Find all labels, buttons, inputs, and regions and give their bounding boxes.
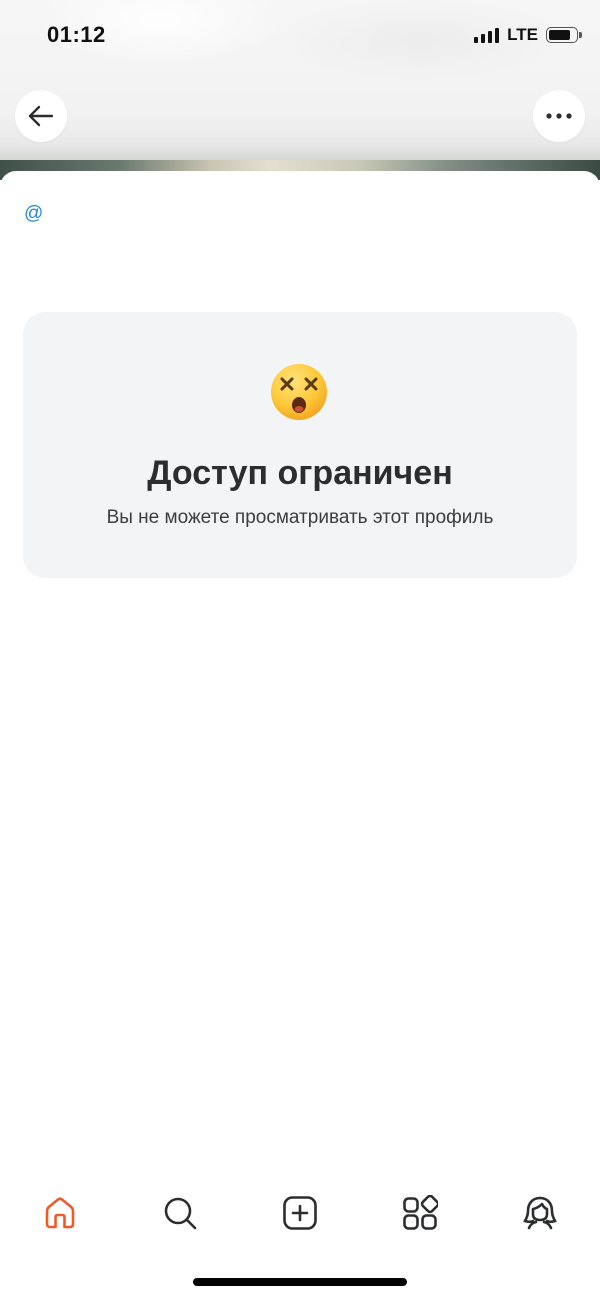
tab-home[interactable] (40, 1193, 80, 1233)
search-icon (164, 1197, 197, 1230)
back-button[interactable] (15, 90, 67, 142)
tab-search[interactable] (160, 1193, 200, 1233)
profile-icon (523, 1196, 557, 1230)
restricted-subtitle: Вы не можете просматривать этот профиль (106, 507, 494, 528)
more-horizontal-icon (546, 113, 572, 119)
arrow-left-icon (28, 105, 54, 127)
battery-level (549, 30, 570, 40)
status-indicators: LTE (474, 25, 582, 45)
signal-icon (474, 27, 500, 43)
restricted-title: Доступ ограничен (147, 454, 453, 492)
tab-profile[interactable] (520, 1193, 560, 1233)
home-indicator (193, 1278, 407, 1286)
more-button[interactable] (533, 90, 585, 142)
services-grid-icon (403, 1195, 438, 1230)
tab-create[interactable] (280, 1193, 320, 1233)
network-type: LTE (507, 25, 538, 44)
add-square-icon (283, 1196, 317, 1230)
battery-icon (546, 27, 582, 43)
tab-services[interactable] (400, 1193, 440, 1233)
dizzy-face-emoji (271, 364, 327, 420)
status-time: 01:12 (47, 22, 106, 47)
home-icon (45, 1197, 75, 1229)
restricted-card (23, 312, 577, 578)
profile-handle[interactable]: @ (24, 203, 43, 225)
